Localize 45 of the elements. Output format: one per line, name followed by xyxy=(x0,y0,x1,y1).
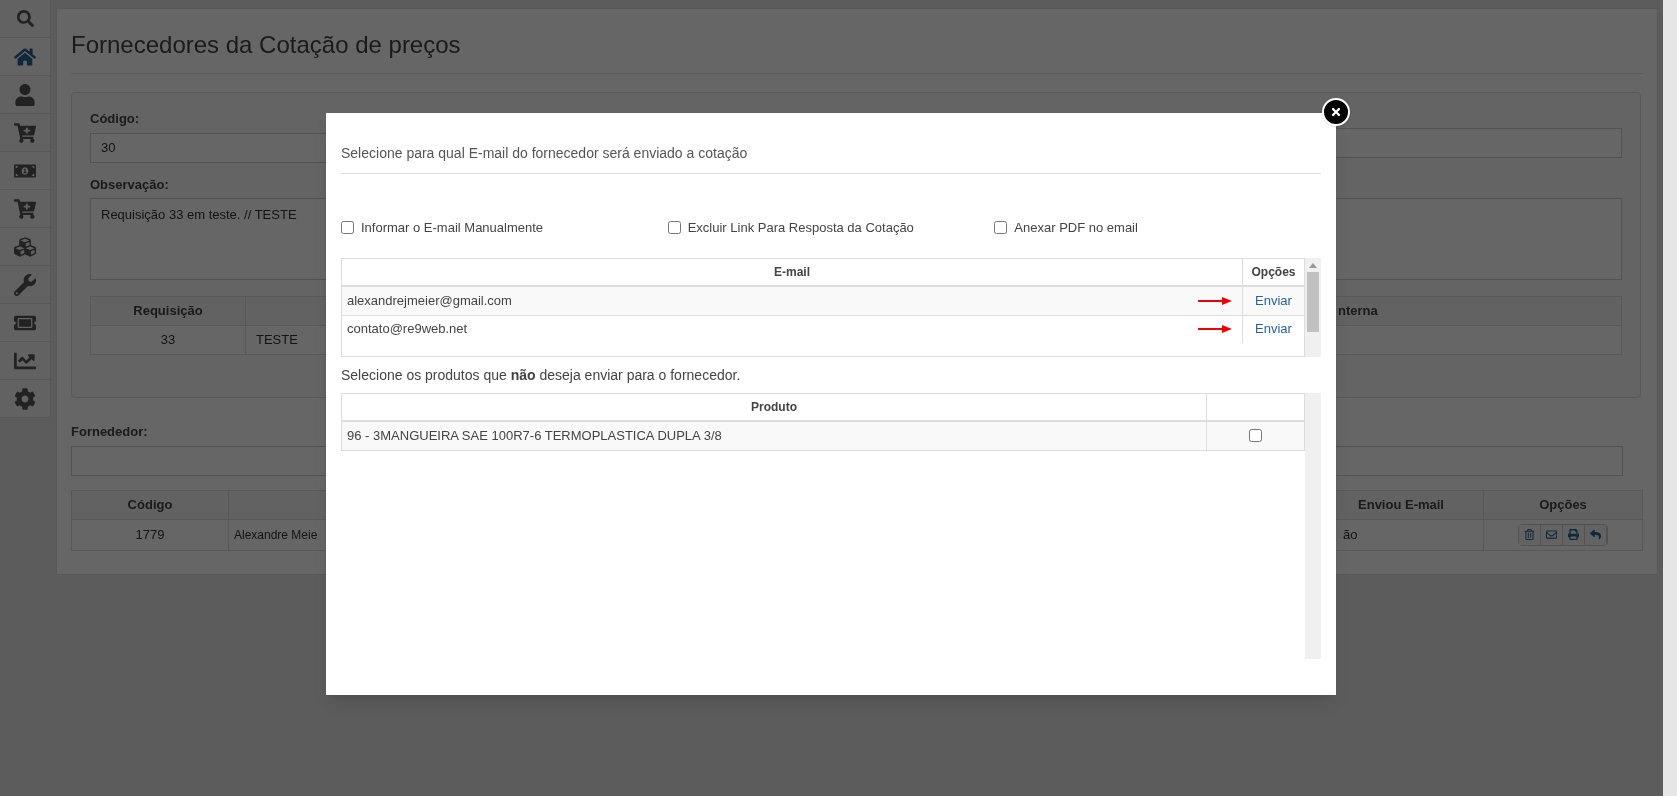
table-cell-text: Alexandre Meie xyxy=(234,526,318,544)
search-icon xyxy=(16,10,34,27)
envelope-icon xyxy=(1546,529,1557,540)
column-header: Opções xyxy=(1538,495,1588,514)
send-link[interactable]: Enviar xyxy=(1255,290,1292,311)
print-icon xyxy=(1568,529,1579,540)
column-header: Produto xyxy=(342,393,1207,420)
products-prompt: Selecione os produtos que não deseja enviar para o fornecedor. xyxy=(341,365,742,385)
column-header: Requisição xyxy=(91,297,246,325)
checkbox-label: Excluir Link Para Resposta da Cotação xyxy=(687,219,914,237)
cubes-icon xyxy=(14,235,36,258)
product-name: 96 - 3MANGUEIRA SAE 100R7-6 TERMOPLASTICA DUPLA 3/8 xyxy=(342,421,1207,450)
column-header: Código xyxy=(72,490,229,519)
field-label: Fornededor: xyxy=(71,423,148,441)
page-title: Fornecedores da Cotação de preços xyxy=(71,9,1643,74)
table-cell: 33 xyxy=(91,326,246,354)
checkbox[interactable] xyxy=(341,221,354,235)
user-icon xyxy=(14,83,36,106)
gear-icon xyxy=(14,387,36,410)
trash-button[interactable] xyxy=(1519,524,1541,545)
column-header: nterna xyxy=(1337,302,1379,321)
checkbox[interactable] xyxy=(667,221,681,235)
modal-heading: Selecione para qual E-mail do fornecedor será enviado a cotação xyxy=(341,143,1321,174)
scroll-up-icon[interactable] xyxy=(1309,262,1317,268)
field-label: Observação: xyxy=(90,175,170,194)
arrow-icon xyxy=(1198,325,1232,333)
column-header: Opções xyxy=(1250,263,1297,281)
table-cell-text: ão xyxy=(1343,525,1358,544)
close-icon xyxy=(1330,106,1342,118)
checkbox-label: Anexar PDF no email xyxy=(1014,219,1138,237)
email-address: alexandrejmeier@gmail.com xyxy=(347,291,512,310)
cart-plus-icon xyxy=(14,197,36,220)
column-header: E-mail xyxy=(342,258,1243,285)
checkbox[interactable] xyxy=(1249,429,1262,442)
wrench-icon xyxy=(14,273,36,296)
field-label: Código: xyxy=(90,110,141,128)
trash-icon xyxy=(1524,529,1535,540)
home-icon xyxy=(14,45,36,68)
checkbox-label: Informar o E-mail Manualmente xyxy=(361,219,544,237)
scrollbar-thumb[interactable] xyxy=(1307,271,1319,332)
arrow-icon xyxy=(1198,296,1232,305)
checkbox[interactable] xyxy=(994,221,1008,235)
cart-plus-icon xyxy=(14,121,36,144)
reply-icon xyxy=(1590,529,1601,540)
table-cell: 1779 xyxy=(72,519,229,550)
